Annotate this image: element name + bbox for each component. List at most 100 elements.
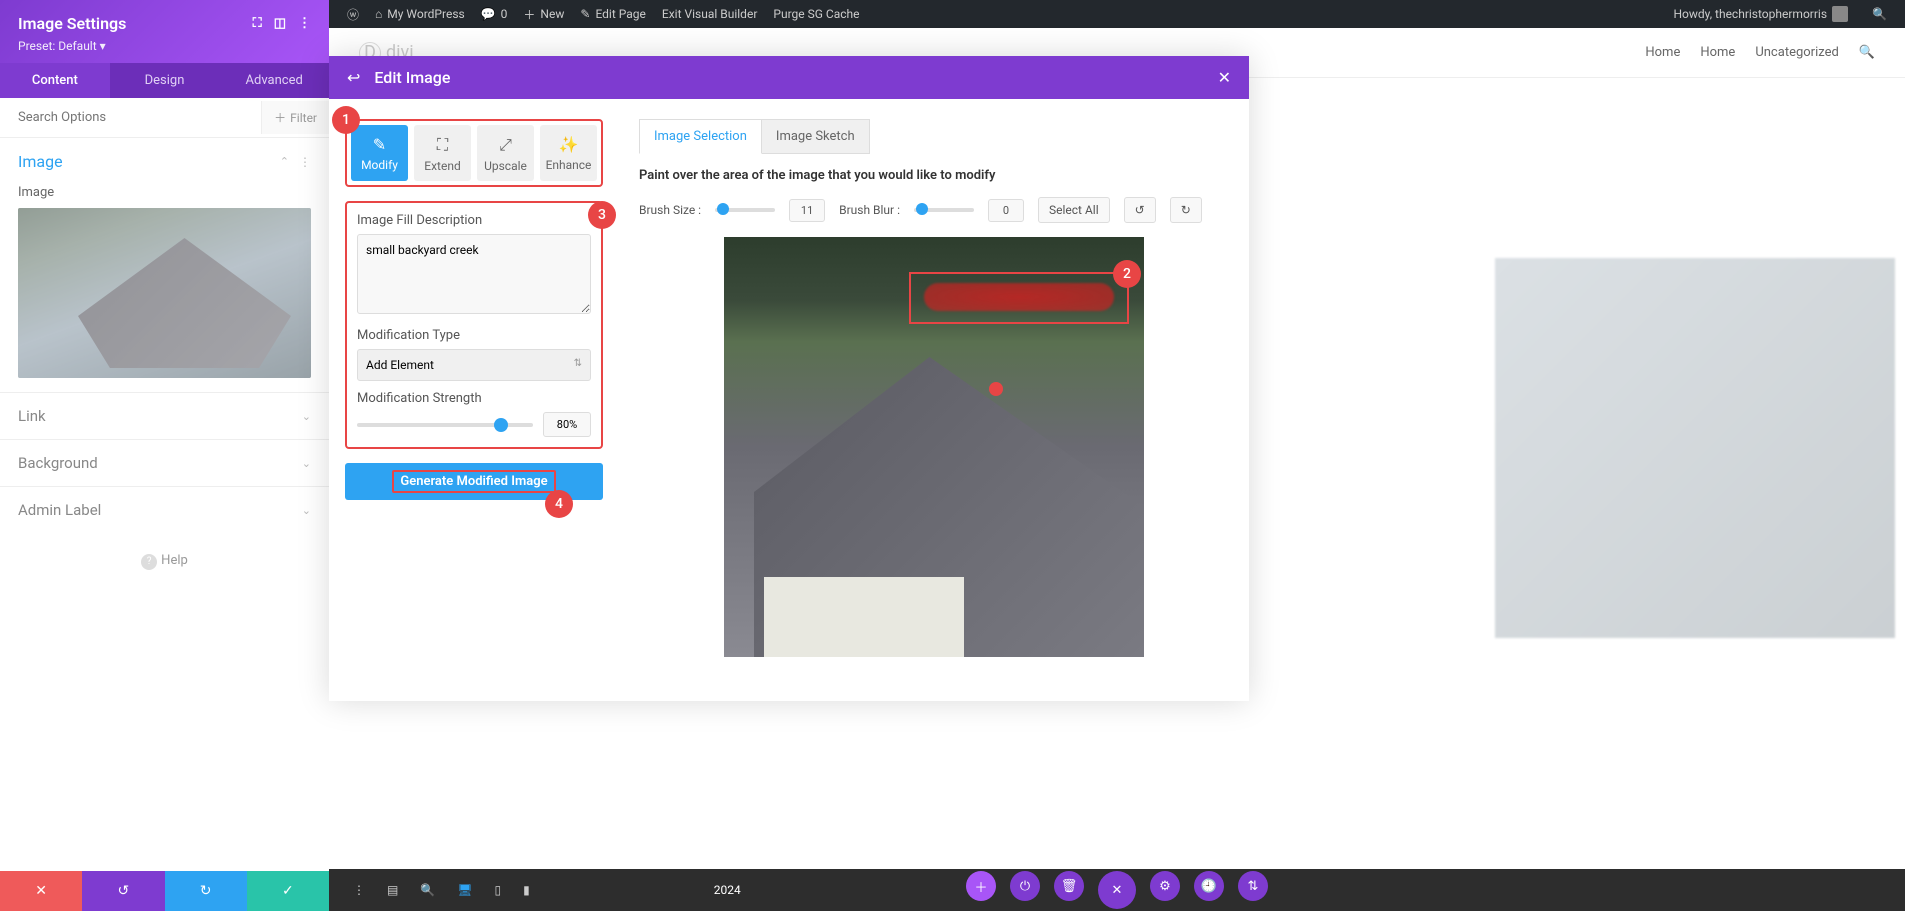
bottom-toolbar: ⋮ ▤ 🔍 🖥 ▯ ▮ 2024 ＋ ⏻ 🗑 ✕ ⚙ 🕘 ⇅	[329, 869, 1905, 911]
search-toggle[interactable]: 🔍	[1864, 7, 1895, 21]
brush-blur-thumb[interactable]	[916, 203, 928, 215]
nav-home-2[interactable]: Home	[1700, 45, 1735, 60]
modal-right-panel: Image Selection Image Sketch Paint over …	[619, 99, 1249, 701]
fill-description-input[interactable]	[357, 234, 591, 314]
toolbar-settings-button[interactable]: ⚙	[1150, 871, 1180, 901]
save-button[interactable]: ✓	[247, 871, 329, 911]
nav-search-icon[interactable]: 🔍	[1859, 45, 1875, 60]
toolbar-add-button[interactable]: ＋	[966, 871, 996, 901]
back-icon[interactable]: ↩	[347, 68, 360, 87]
wp-admin-bar: ⓦ ⌂My WordPress 💬0 ＋New ✎Edit Page Exit …	[329, 0, 1905, 28]
comment-icon: 💬	[481, 7, 496, 21]
modal-body: 1 ✎Modify ⛶Extend ⤢Upscale ✨Enhance 3 Im…	[329, 99, 1249, 701]
exit-vb-link[interactable]: Exit Visual Builder	[654, 0, 766, 28]
callout-3: 3	[588, 201, 616, 229]
more-icon[interactable]: ⋮	[298, 16, 311, 31]
toolbar-sort-button[interactable]: ⇅	[1238, 871, 1268, 901]
toolbar-power-button[interactable]: ⏻	[1010, 871, 1040, 901]
pencil-icon: ✎	[580, 7, 590, 21]
brush-size-label: Brush Size :	[639, 203, 701, 217]
toolbar-close-button[interactable]: ✕	[1098, 871, 1136, 909]
cancel-button[interactable]: ✕	[0, 871, 82, 911]
comments-link[interactable]: 💬0	[473, 0, 516, 28]
tab-image-selection[interactable]: Image Selection	[639, 119, 762, 154]
brush-blur-slider[interactable]	[914, 208, 974, 212]
modification-form: 3 Image Fill Description Modification Ty…	[345, 201, 603, 449]
search-input[interactable]	[0, 98, 261, 137]
footer-year: 2024	[714, 883, 741, 897]
section-link-label: Link	[18, 407, 46, 425]
brush-size-value[interactable]: 11	[789, 199, 825, 222]
toolbar-tablet-icon[interactable]: ▯	[491, 879, 506, 901]
purge-label: Purge SG Cache	[773, 7, 859, 21]
mode-enhance[interactable]: ✨Enhance	[540, 125, 597, 181]
mode-enhance-label: Enhance	[546, 158, 592, 172]
upscale-icon: ⤢	[499, 135, 512, 155]
nav-uncategorized[interactable]: Uncategorized	[1755, 45, 1838, 60]
toolbar-wireframe-icon[interactable]: ▤	[383, 879, 402, 901]
section-more-icon[interactable]: ⋮	[299, 155, 311, 169]
toolbar-zoom-icon[interactable]: 🔍	[416, 879, 439, 901]
undo-button[interactable]: ↺	[82, 871, 164, 911]
toolbar-delete-button[interactable]: 🗑	[1054, 871, 1084, 901]
modification-strength-label: Modification Strength	[357, 391, 591, 406]
brush-blur-value[interactable]: 0	[988, 199, 1024, 222]
tab-content[interactable]: Content	[0, 63, 110, 98]
brush-cursor	[989, 382, 1003, 396]
bg-image-right	[1495, 258, 1895, 638]
mode-upscale[interactable]: ⤢Upscale	[477, 125, 534, 181]
redo-brush-button[interactable]: ↻	[1170, 197, 1202, 223]
search-row: ＋Filter	[0, 98, 329, 138]
help-link[interactable]: ?Help	[0, 533, 329, 590]
site-name-link[interactable]: ⌂My WordPress	[367, 0, 473, 28]
filter-label: Filter	[290, 111, 317, 125]
edit-image-modal: ↩Edit Image ✕ 1 ✎Modify ⛶Extend ⤢Upscale…	[329, 56, 1249, 701]
close-button[interactable]: ✕	[1218, 68, 1231, 87]
avatar	[1832, 6, 1848, 22]
section-background[interactable]: Background⌄	[0, 439, 329, 486]
chevron-down-icon: ⌄	[302, 410, 311, 423]
purge-cache-link[interactable]: Purge SG Cache	[765, 0, 867, 28]
reset-button[interactable]: ↺	[1124, 197, 1156, 223]
tab-advanced[interactable]: Advanced	[219, 63, 329, 98]
comments-count: 0	[501, 7, 508, 21]
nav-home-1[interactable]: Home	[1645, 45, 1680, 60]
toolbar-more-icon[interactable]: ⋮	[349, 879, 369, 901]
modification-type-select[interactable]: Add Element	[357, 349, 591, 381]
new-label: New	[540, 7, 564, 21]
toolbar-history-button[interactable]: 🕘	[1194, 871, 1224, 901]
strength-value[interactable]: 80%	[543, 412, 591, 437]
strength-slider[interactable]	[357, 423, 533, 427]
section-link[interactable]: Link ⌄	[0, 392, 329, 439]
filter-button[interactable]: ＋Filter	[261, 101, 329, 134]
help-icon: ?	[141, 554, 157, 570]
redo-button[interactable]: ↻	[165, 871, 247, 911]
section-admin-label[interactable]: Admin Label⌄	[0, 486, 329, 533]
section-image[interactable]: Image ⌃⋮	[0, 138, 329, 185]
mode-modify[interactable]: ✎Modify	[351, 125, 408, 181]
howdy-link[interactable]: Howdy, thechristophermorris	[1665, 6, 1856, 22]
generate-button[interactable]: Generate Modified Image 4	[345, 463, 603, 500]
canvas[interactable]: 2	[724, 237, 1144, 657]
edit-page-link[interactable]: ✎Edit Page	[572, 0, 654, 28]
tab-design[interactable]: Design	[110, 63, 220, 98]
callout-2: 2	[1113, 260, 1141, 288]
expand-icon[interactable]: ◫	[274, 16, 286, 31]
chevron-up-icon: ⌃	[280, 155, 289, 169]
toolbar-phone-icon[interactable]: ▮	[519, 879, 534, 901]
mode-extend-label: Extend	[424, 159, 460, 173]
brush-size-slider[interactable]	[715, 208, 775, 212]
tab-image-sketch[interactable]: Image Sketch	[762, 119, 870, 154]
site-nav: Home Home Uncategorized 🔍	[1645, 45, 1875, 60]
brush-size-thumb[interactable]	[717, 203, 729, 215]
toolbar-desktop-icon[interactable]: 🖥	[453, 879, 476, 901]
select-all-button[interactable]: Select All	[1038, 197, 1110, 223]
focus-icon[interactable]: ⛶	[253, 16, 262, 31]
image-thumbnail[interactable]	[18, 208, 311, 378]
slider-thumb[interactable]	[494, 418, 508, 432]
wp-logo[interactable]: ⓦ	[339, 0, 367, 28]
new-link[interactable]: ＋New	[515, 0, 572, 28]
extend-icon: ⛶	[437, 135, 448, 155]
mode-extend[interactable]: ⛶ Extend	[414, 125, 471, 181]
preset-selector[interactable]: Preset: Default ▾	[18, 39, 311, 53]
